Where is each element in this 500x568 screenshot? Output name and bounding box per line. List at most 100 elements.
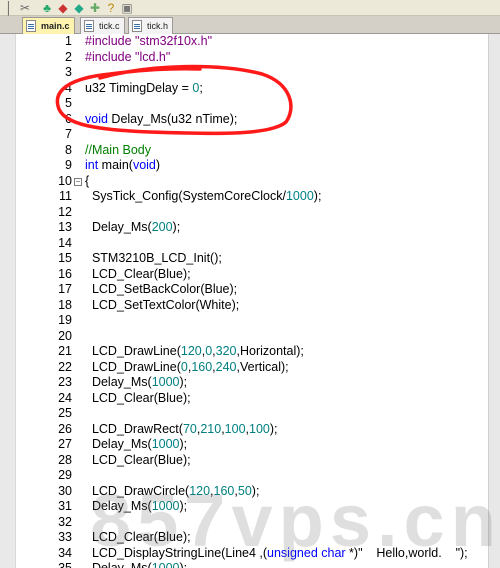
code-line[interactable]: 8 //Main Body <box>0 143 500 159</box>
config-icon[interactable]: ? <box>104 1 118 15</box>
code-text: int main(void) <box>85 158 161 172</box>
line-number: 33 <box>58 530 72 544</box>
line-number: 3 <box>65 65 72 79</box>
line-number: 9 <box>65 158 72 172</box>
code-text: LCD_DrawLine(120,0,320,Horizontal); <box>85 344 304 358</box>
code-text: #include "lcd.h" <box>85 49 171 64</box>
tab-label: tick.c <box>99 21 120 31</box>
code-line[interactable]: 13 Delay_Ms(200); <box>0 220 500 236</box>
code-text: Delay_Ms(1000); <box>85 437 188 451</box>
line-number: 22 <box>58 359 72 374</box>
code-text: STM3210B_LCD_Init(); <box>85 251 222 265</box>
code-line[interactable]: 16 LCD_Clear(Blue); <box>0 267 500 283</box>
code-text: void Delay_Ms(u32 nTime); <box>85 111 238 126</box>
code-line[interactable]: 2 #include "lcd.h" <box>0 50 500 66</box>
line-number: 12 <box>58 204 72 219</box>
tab-label: main.c <box>41 21 70 31</box>
code-text: u32 TimingDelay = 0; <box>85 80 203 95</box>
code-line[interactable]: 3 <box>0 65 500 81</box>
tab-tick-c[interactable]: tick.c <box>80 17 125 34</box>
code-line[interactable]: 21 LCD_DrawLine(120,0,320,Horizontal); <box>0 344 500 360</box>
tab-main-c[interactable]: main.c <box>22 17 75 34</box>
separator-icon: │ <box>5 1 13 15</box>
line-number: 21 <box>58 344 72 358</box>
line-number: 7 <box>65 127 72 141</box>
line-number: 32 <box>58 514 72 529</box>
line-number: 5 <box>65 96 72 110</box>
tab-tick-h[interactable]: tick.h <box>128 17 174 34</box>
line-number: 29 <box>58 468 72 482</box>
file-tab-bar: main.c tick.c tick.h <box>0 16 500 34</box>
file-icon <box>26 20 36 32</box>
code-line[interactable]: 7 <box>0 127 500 143</box>
watermark: 857vps.cn <box>90 479 500 562</box>
code-text: Delay_Ms(1000); <box>85 375 188 389</box>
line-number: 13 <box>58 220 72 234</box>
line-number: 27 <box>58 437 72 451</box>
line-number: 25 <box>58 406 72 420</box>
code-line[interactable]: 18 LCD_SetTextColor(White); <box>0 298 500 314</box>
code-text: Delay_Ms(200); <box>85 220 181 234</box>
file-icon <box>132 20 142 32</box>
code-text: { <box>85 173 90 188</box>
toolbar: │ ✂ ♣ ◆ ◆ ✚ ? ▣ <box>0 0 500 16</box>
code-text: LCD_Clear(Blue); <box>85 266 191 281</box>
magic-wand-icon[interactable]: ✂ <box>18 1 32 15</box>
code-text: LCD_SetTextColor(White); <box>85 297 240 312</box>
line-number: 35 <box>58 561 72 568</box>
code-line[interactable]: 26 LCD_DrawRect(70,210,100,100); <box>0 422 500 438</box>
line-number: 10 <box>58 173 72 188</box>
line-number: 20 <box>58 328 72 343</box>
line-number: 8 <box>65 142 72 157</box>
line-number: 2 <box>65 49 72 64</box>
code-line[interactable]: 19 <box>0 313 500 329</box>
code-line[interactable]: 20 <box>0 329 500 345</box>
code-line[interactable]: 1 #include "stm32f10x.h" <box>0 34 500 50</box>
code-line[interactable]: 10−{ <box>0 174 500 190</box>
code-text: #include "stm32f10x.h" <box>85 34 213 48</box>
file-icon <box>84 20 94 32</box>
line-number: 18 <box>58 297 72 312</box>
line-number: 31 <box>58 499 72 513</box>
line-number: 26 <box>58 421 72 436</box>
code-line[interactable]: 24 LCD_Clear(Blue); <box>0 391 500 407</box>
line-number: 23 <box>58 375 72 389</box>
target-icon[interactable]: ◆ <box>56 1 70 15</box>
code-line[interactable]: 12 <box>0 205 500 221</box>
line-number: 11 <box>59 189 72 203</box>
code-line[interactable]: 9 int main(void) <box>0 158 500 174</box>
help-icon[interactable]: ✚ <box>88 1 102 15</box>
fold-toggle-icon[interactable]: − <box>74 177 82 186</box>
code-text: LCD_DrawRect(70,210,100,100); <box>85 421 278 436</box>
build-icon[interactable]: ♣ <box>40 1 54 15</box>
code-line[interactable]: 17 LCD_SetBackColor(Blue); <box>0 282 500 298</box>
code-line[interactable]: 11 SysTick_Config(SystemCoreClock/1000); <box>0 189 500 205</box>
code-line[interactable]: 5 <box>0 96 500 112</box>
settings-icon[interactable]: ▣ <box>120 1 134 15</box>
code-line[interactable]: 4 u32 TimingDelay = 0; <box>0 81 500 97</box>
code-line[interactable]: 25 <box>0 406 500 422</box>
line-number: 24 <box>58 390 72 405</box>
line-number: 1 <box>65 34 72 48</box>
code-text: LCD_DrawLine(0,160,240,Vertical); <box>85 359 289 374</box>
code-line[interactable]: 28 LCD_Clear(Blue); <box>0 453 500 469</box>
line-number: 34 <box>58 545 72 560</box>
line-number: 17 <box>58 282 72 296</box>
line-number: 28 <box>58 452 72 467</box>
code-line[interactable]: 15 STM3210B_LCD_Init(); <box>0 251 500 267</box>
code-line[interactable]: 14 <box>0 236 500 252</box>
line-number: 14 <box>58 235 72 250</box>
line-number: 4 <box>65 80 72 95</box>
line-number: 19 <box>58 313 72 327</box>
code-text: LCD_Clear(Blue); <box>85 452 191 467</box>
code-line[interactable]: 23 Delay_Ms(1000); <box>0 375 500 391</box>
line-number: 30 <box>58 483 72 498</box>
code-line[interactable]: 6 void Delay_Ms(u32 nTime); <box>0 112 500 128</box>
code-text: SysTick_Config(SystemCoreClock/1000); <box>85 189 322 203</box>
line-number: 15 <box>58 251 72 265</box>
code-text: LCD_SetBackColor(Blue); <box>85 282 238 296</box>
run-icon[interactable]: ◆ <box>72 1 86 15</box>
code-line[interactable]: 22 LCD_DrawLine(0,160,240,Vertical); <box>0 360 500 376</box>
code-line[interactable]: 27 Delay_Ms(1000); <box>0 437 500 453</box>
line-number: 6 <box>65 111 72 126</box>
